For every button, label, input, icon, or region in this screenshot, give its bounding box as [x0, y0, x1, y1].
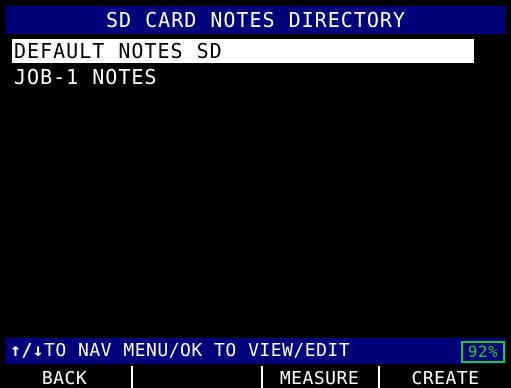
softkey-bar: BACK MEASURE CREATE — [0, 366, 511, 388]
battery-indicator: 92% — [461, 341, 505, 363]
back-softkey[interactable]: BACK — [0, 366, 129, 388]
title-bar: SD CARD NOTES DIRECTORY — [6, 6, 506, 34]
notes-directory-list: DEFAULT NOTES SD JOB-1 NOTES — [6, 38, 506, 336]
blank-softkey[interactable] — [133, 366, 259, 388]
create-softkey[interactable]: CREATE — [380, 366, 511, 388]
up-down-arrows-icon: ↑/↓ — [10, 340, 45, 361]
list-item-job-1-notes[interactable]: JOB-1 NOTES — [12, 65, 157, 89]
measure-softkey[interactable]: MEASURE — [263, 366, 376, 388]
list-item-label: DEFAULT NOTES SD — [14, 39, 223, 63]
navigation-hint: TO NAV MENU/OK TO VIEW/EDIT — [44, 340, 351, 361]
device-screen: SD CARD NOTES DIRECTORY DEFAULT NOTES SD… — [0, 0, 511, 388]
status-bar: ↑/↓ TO NAV MENU/OK TO VIEW/EDIT 92% — [6, 338, 506, 364]
list-item-label: JOB-1 NOTES — [14, 65, 158, 89]
page-title: SD CARD NOTES DIRECTORY — [106, 8, 406, 32]
list-item-default-notes-sd[interactable]: DEFAULT NOTES SD — [12, 39, 474, 63]
